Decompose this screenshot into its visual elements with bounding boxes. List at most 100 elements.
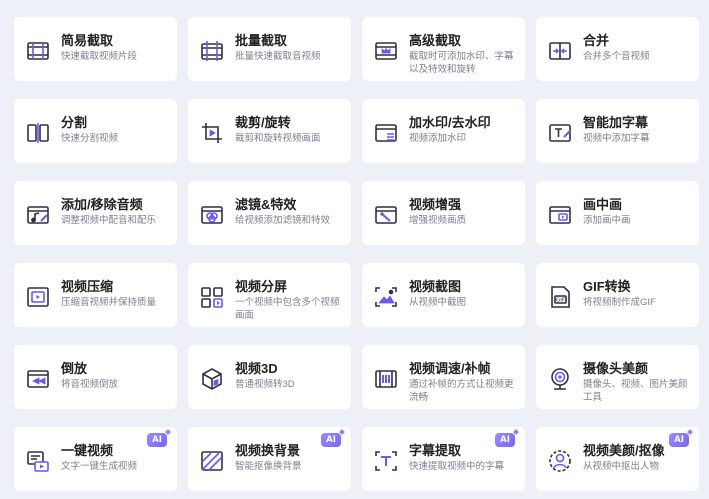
- tool-card-crop-rotate[interactable]: 裁剪/旋转 裁剪和旋转视频画面: [188, 99, 351, 163]
- tool-card-split[interactable]: 分割 快速分割视频: [14, 99, 177, 163]
- tool-card-screenshot[interactable]: 视频截图 从视频中截图: [362, 263, 525, 327]
- tool-title: 视频压缩: [61, 279, 114, 294]
- watermark-icon: [372, 119, 400, 147]
- tool-text: 字幕提取 快速提取视频中的字幕: [409, 442, 504, 473]
- tool-card-enhance[interactable]: 视频增强 增强视频画质: [362, 181, 525, 245]
- tool-description: 截取时可添加水印、字幕以及特效和旋转: [409, 51, 514, 75]
- tool-text: 分割 快速分割视频: [61, 114, 118, 145]
- tool-text: 视频压缩 压缩音视频并保持质量: [61, 278, 156, 309]
- tool-card-watermark[interactable]: 加水印/去水印 视频添加水印: [362, 99, 525, 163]
- tool-description: 快速截取视频片段: [61, 51, 138, 62]
- tool-title: 画中画: [583, 197, 623, 212]
- tool-text: 视频增强 增强视频画质: [409, 196, 466, 227]
- tool-text: 批量截取 批量快速截取音视频: [235, 32, 321, 63]
- tool-description: 通过补帧的方式让视频更流畅: [409, 379, 514, 403]
- portrait-matting-icon: [546, 447, 574, 475]
- tool-title: 添加/移除音频: [61, 197, 143, 212]
- tool-title: 一键视频: [61, 443, 114, 458]
- tool-description: 增强视频画质: [409, 215, 467, 226]
- tool-description: 快速提取视频中的字幕: [409, 461, 505, 472]
- tool-description: 视频添加水印: [409, 133, 467, 144]
- tool-text: 智能加字幕 视频中添加字幕: [583, 114, 650, 145]
- crown-film-icon: [372, 37, 400, 65]
- reverse-icon: [24, 365, 52, 393]
- svg-text:GIF: GIF: [556, 298, 565, 304]
- tool-card-simple-cut[interactable]: 简易截取 快速截取视频片段: [14, 17, 177, 81]
- tool-text: 裁剪/旋转 裁剪和旋转视频画面: [235, 114, 321, 145]
- tool-card-filter[interactable]: 滤镜&特效 给视频添加滤镜和特效: [188, 181, 351, 245]
- tool-card-reverse[interactable]: 倒放 将音视频倒放: [14, 345, 177, 409]
- tool-description: 从视频中截图: [409, 297, 467, 308]
- gif-icon: GIF: [546, 283, 574, 311]
- tool-text: 简易截取 快速截取视频片段: [61, 32, 137, 63]
- tool-title: 视频截图: [409, 279, 462, 294]
- tool-title: 批量截取: [235, 33, 288, 48]
- tool-title: 摄像头美颜: [583, 361, 649, 376]
- tool-card-split-screen[interactable]: 视频分屏 一个视频中包含多个视频画面: [188, 263, 351, 327]
- tool-description: 文字一键生成视频: [61, 461, 138, 472]
- tool-description: 将音视频倒放: [61, 379, 119, 390]
- filter-icon: [198, 201, 226, 229]
- tool-card-merge[interactable]: 合并 合并多个音视频: [536, 17, 699, 81]
- ai-badge: AI: [147, 433, 167, 447]
- tool-title: 裁剪/旋转: [235, 115, 291, 130]
- ai-badge: AI: [321, 433, 341, 447]
- tool-title: 倒放: [61, 361, 88, 376]
- tool-title: 视频增强: [409, 197, 462, 212]
- tool-text: 一键视频 文字一键生成视频: [61, 442, 137, 473]
- tool-description: 从视频中抠出人物: [583, 461, 660, 472]
- tool-description: 合并多个音视频: [583, 51, 650, 62]
- webcam-icon: [546, 365, 574, 393]
- background-replace-icon: [198, 447, 226, 475]
- tool-card-audio[interactable]: 添加/移除音频 调整视频中配音和配乐: [14, 181, 177, 245]
- tool-text: GIF转换 将视频制作成GIF: [583, 278, 656, 309]
- tool-description: 智能抠像换背景: [235, 461, 302, 472]
- tool-card-gif[interactable]: GIF GIF转换 将视频制作成GIF: [536, 263, 699, 327]
- tool-description: 普通视频转3D: [235, 379, 295, 390]
- tool-text: 视频美颜/抠像 从视频中抠出人物: [583, 442, 665, 473]
- subtitle-icon: [546, 119, 574, 147]
- tool-card-speed[interactable]: 视频调速/补帧 通过补帧的方式让视频更流畅: [362, 345, 525, 409]
- tool-description: 视频中添加字幕: [583, 133, 650, 144]
- tool-description: 压缩音视频并保持质量: [61, 297, 157, 308]
- picture-in-picture-icon: [546, 201, 574, 229]
- tool-title: 高级截取: [409, 33, 462, 48]
- tool-card-camera-beauty[interactable]: 摄像头美颜 摄像头、视频、图片美颜工具: [536, 345, 699, 409]
- music-note-icon: [24, 201, 52, 229]
- tool-card-beauty-matting[interactable]: 视频美颜/抠像 从视频中抠出人物 AI: [536, 427, 699, 491]
- tool-title: 字幕提取: [409, 443, 462, 458]
- split-screen-icon: [198, 283, 226, 311]
- magic-wand-icon: [372, 201, 400, 229]
- crop-rotate-icon: [198, 119, 226, 147]
- tool-title: 加水印/去水印: [409, 115, 491, 130]
- tool-description: 一个视频中包含多个视频画面: [235, 297, 340, 321]
- cube-icon: [198, 365, 226, 393]
- tool-card-auto-subtitle[interactable]: 智能加字幕 视频中添加字幕: [536, 99, 699, 163]
- tool-card-batch-cut[interactable]: 批量截取 批量快速截取音视频: [188, 17, 351, 81]
- tool-description: 摄像头、视频、图片美颜工具: [583, 379, 688, 403]
- tool-description: 给视频添加滤镜和特效: [235, 215, 331, 226]
- tool-card-one-click[interactable]: 一键视频 文字一键生成视频 AI: [14, 427, 177, 491]
- tool-card-advanced-cut[interactable]: 高级截取 截取时可添加水印、字幕以及特效和旋转: [362, 17, 525, 81]
- tool-card-bg-replace[interactable]: 视频换背景 智能抠像换背景 AI: [188, 427, 351, 491]
- tool-title: 智能加字幕: [583, 115, 649, 130]
- tool-card-pip[interactable]: 画中画 添加画中画: [536, 181, 699, 245]
- tool-text: 画中画 添加画中画: [583, 196, 631, 227]
- tool-description: 添加画中画: [583, 215, 631, 226]
- image-capture-icon: [372, 283, 400, 311]
- tool-card-subtitle-extract[interactable]: 字幕提取 快速提取视频中的字幕 AI: [362, 427, 525, 491]
- tool-description: 批量快速截取音视频: [235, 51, 321, 62]
- tool-description: 裁剪和旋转视频画面: [235, 133, 321, 144]
- tool-card-compress[interactable]: 视频压缩 压缩音视频并保持质量: [14, 263, 177, 327]
- tool-text: 合并 合并多个音视频: [583, 32, 650, 63]
- split-icon: [24, 119, 52, 147]
- tool-title: GIF转换: [583, 279, 631, 294]
- speed-icon: [372, 365, 400, 393]
- tool-title: 视频调速/补帧: [409, 361, 491, 376]
- tool-title: 分割: [61, 115, 88, 130]
- tool-title: 视频分屏: [235, 279, 288, 294]
- tool-title: 视频美颜/抠像: [583, 443, 665, 458]
- tool-card-video-3d[interactable]: 视频3D 普通视频转3D: [188, 345, 351, 409]
- tool-text: 视频调速/补帧 通过补帧的方式让视频更流畅: [409, 360, 519, 404]
- tool-description: 调整视频中配音和配乐: [61, 215, 157, 226]
